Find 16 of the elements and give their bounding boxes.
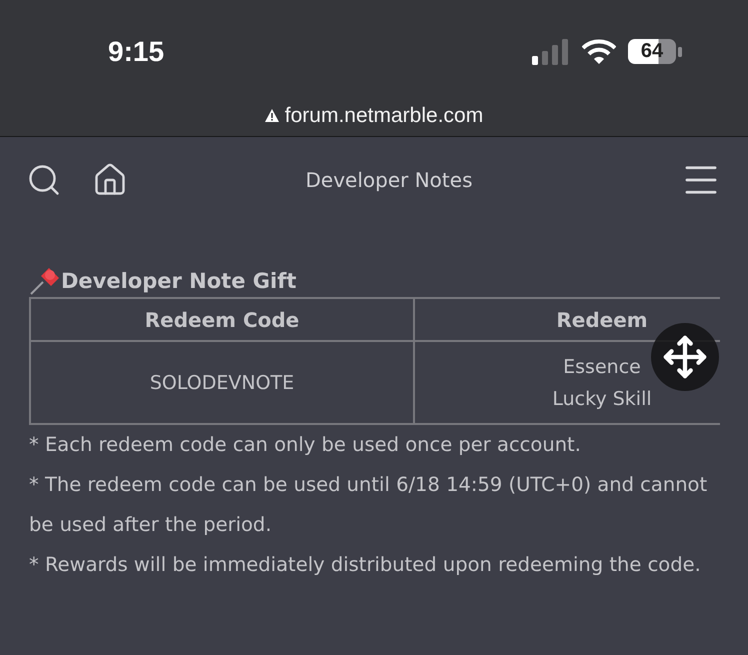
column-header: Redeem Code: [144, 308, 300, 332]
column-header: Redeem: [556, 308, 648, 332]
section-heading: Developer Note Gift: [61, 269, 296, 293]
page-title: Developer Notes: [304, 168, 474, 192]
reward-text: Essence: [563, 356, 641, 378]
wifi-icon: [582, 38, 616, 64]
clock-time: 9:15: [108, 36, 164, 68]
note-text: * Each redeem code can only be used once per account.: [29, 432, 582, 458]
note-text: * Rewards will be immediately distributed upon redeeming the code.: [29, 552, 702, 578]
warning-icon: [264, 109, 279, 122]
code-cell: SOLODEVNOTE: [150, 372, 294, 394]
address-bar[interactable]: forum.netmarble.com: [0, 95, 748, 137]
signal-icon: [532, 38, 570, 64]
pushpin-icon: [29, 266, 61, 296]
reward-text: Lucky Skill: [552, 388, 652, 410]
note-text: * The redeem code can be used until 6/18 14:59 (UTC+0) and cannot be used after the period.: [29, 472, 708, 538]
